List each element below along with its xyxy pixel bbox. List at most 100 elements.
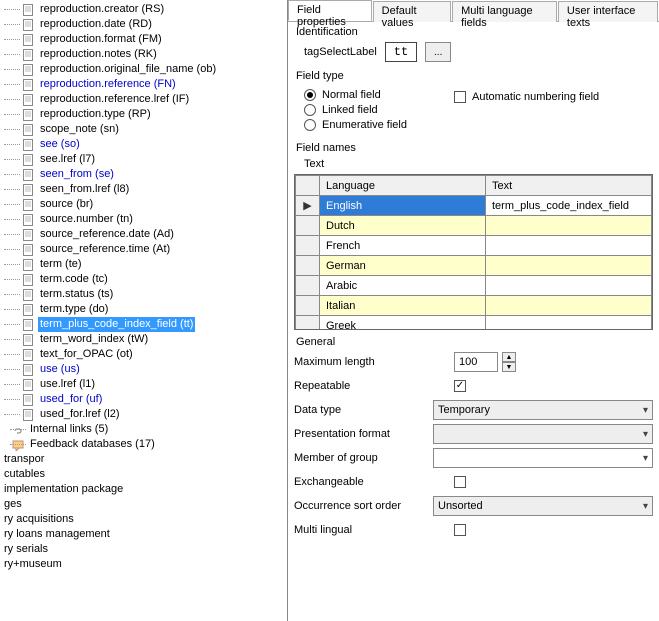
- text-cell[interactable]: [486, 216, 652, 236]
- lang-cell[interactable]: French: [320, 236, 486, 256]
- tree-item[interactable]: see.lref (l7): [0, 152, 287, 167]
- table-row[interactable]: Greek: [296, 316, 652, 331]
- table-row[interactable]: Dutch: [296, 216, 652, 236]
- tree-item[interactable]: scope_note (sn): [0, 122, 287, 137]
- tree-item-label: term (te): [38, 257, 84, 272]
- fieldtype-radio[interactable]: Enumerative field: [304, 119, 454, 131]
- multilingual-check[interactable]: [454, 524, 466, 536]
- tree-item[interactable]: used_for (uf): [0, 392, 287, 407]
- tree-item-label: term_plus_code_index_field (tt): [38, 317, 195, 332]
- tree-item[interactable]: term_word_index (tW): [0, 332, 287, 347]
- table-row[interactable]: German: [296, 256, 652, 276]
- tree-item[interactable]: see (so): [0, 137, 287, 152]
- fieldnames-group-label: Field names: [294, 142, 653, 154]
- tree-item-label: cutables: [2, 467, 47, 482]
- tree-root-item[interactable]: implementation package: [0, 482, 287, 497]
- tree-item[interactable]: source.number (tn): [0, 212, 287, 227]
- tree-item-label: reproduction.date (RD): [38, 17, 154, 32]
- tree-item-label: see (so): [38, 137, 82, 152]
- fieldnames-table[interactable]: LanguageText▶Englishterm_plus_code_index…: [294, 174, 653, 330]
- lang-cell[interactable]: Greek: [320, 316, 486, 331]
- tree-item[interactable]: reproduction.creator (RS): [0, 2, 287, 17]
- tag-browse-button[interactable]: ...: [425, 42, 451, 62]
- tree-item[interactable]: used_for.lref (l2): [0, 407, 287, 422]
- fieldnames-sub-label: Text: [304, 158, 649, 170]
- tree-item[interactable]: source (br): [0, 197, 287, 212]
- tree-item[interactable]: term_plus_code_index_field (tt): [0, 317, 287, 332]
- spinner-down-icon[interactable]: ▼: [502, 362, 516, 372]
- auto-numbering-check[interactable]: Automatic numbering field: [454, 91, 599, 103]
- table-row[interactable]: ▶Englishterm_plus_code_index_field: [296, 196, 652, 216]
- tree-item-label: used_for.lref (l2): [38, 407, 121, 422]
- text-cell[interactable]: [486, 276, 652, 296]
- maxlen-label: Maximum length: [294, 356, 454, 368]
- row-marker: ▶: [296, 196, 320, 216]
- lang-cell[interactable]: Arabic: [320, 276, 486, 296]
- fieldtype-radio[interactable]: Linked field: [304, 104, 454, 116]
- tree-root-item[interactable]: cutables: [0, 467, 287, 482]
- text-cell[interactable]: [486, 236, 652, 256]
- auto-numbering-label: Automatic numbering field: [472, 91, 599, 103]
- document-icon: [22, 4, 34, 16]
- table-row[interactable]: French: [296, 236, 652, 256]
- maxlen-spinner[interactable]: ▲ ▼: [502, 352, 516, 372]
- lang-cell[interactable]: English: [320, 196, 486, 216]
- tree-item[interactable]: reproduction.reference.lref (IF): [0, 92, 287, 107]
- tree-root-item[interactable]: ry serials: [0, 542, 287, 557]
- sort-select[interactable]: Unsorted ▾: [433, 496, 653, 516]
- tab[interactable]: Field properties: [288, 0, 372, 21]
- tree-root-item[interactable]: transpor: [0, 452, 287, 467]
- pformat-select[interactable]: ▾: [433, 424, 653, 444]
- tree-item-label: reproduction.reference (FN): [38, 77, 178, 92]
- lang-cell[interactable]: Italian: [320, 296, 486, 316]
- tree-item[interactable]: text_for_OPAC (ot): [0, 347, 287, 362]
- tree-item[interactable]: source_reference.date (Ad): [0, 227, 287, 242]
- document-icon: [22, 184, 34, 196]
- tab[interactable]: User interface texts: [558, 1, 658, 22]
- tree-item[interactable]: source_reference.time (At): [0, 242, 287, 257]
- text-cell[interactable]: term_plus_code_index_field: [486, 196, 652, 216]
- tree-item[interactable]: term.status (ts): [0, 287, 287, 302]
- tree-root-item[interactable]: ry+museum: [0, 557, 287, 572]
- fieldtype-radio[interactable]: Normal field: [304, 89, 454, 101]
- tree-item[interactable]: reproduction.type (RP): [0, 107, 287, 122]
- repeatable-check[interactable]: ✓: [454, 380, 466, 392]
- tree-root-item[interactable]: ry loans management: [0, 527, 287, 542]
- table-row[interactable]: Arabic: [296, 276, 652, 296]
- table-row[interactable]: Italian: [296, 296, 652, 316]
- tree-item[interactable]: Feedback databases (17): [0, 437, 287, 452]
- document-icon: [22, 229, 34, 241]
- tree-item[interactable]: term.code (tc): [0, 272, 287, 287]
- lang-cell[interactable]: German: [320, 256, 486, 276]
- tab[interactable]: Multi language fields: [452, 1, 557, 22]
- tree-item[interactable]: reproduction.original_file_name (ob): [0, 62, 287, 77]
- tree-item[interactable]: use (us): [0, 362, 287, 377]
- tree-root-item[interactable]: ry acquisitions: [0, 512, 287, 527]
- tree-item-label: reproduction.notes (RK): [38, 47, 159, 62]
- tree-root-item[interactable]: ges: [0, 497, 287, 512]
- tab-bar: Field propertiesDefault valuesMulti lang…: [288, 0, 659, 22]
- tree-item[interactable]: reproduction.reference (FN): [0, 77, 287, 92]
- text-cell[interactable]: [486, 296, 652, 316]
- datatype-select[interactable]: Temporary ▾: [433, 400, 653, 420]
- tree-item[interactable]: term.type (do): [0, 302, 287, 317]
- text-cell[interactable]: [486, 316, 652, 331]
- document-icon: [22, 214, 34, 226]
- tree-item[interactable]: reproduction.date (RD): [0, 17, 287, 32]
- text-cell[interactable]: [486, 256, 652, 276]
- member-select[interactable]: ▾: [433, 448, 653, 468]
- radio-icon: [304, 89, 316, 101]
- spinner-up-icon[interactable]: ▲: [502, 352, 516, 362]
- tree-item[interactable]: Internal links (5): [0, 422, 287, 437]
- tab[interactable]: Default values: [373, 1, 451, 22]
- tree-item[interactable]: seen_from.lref (l8): [0, 182, 287, 197]
- exchangeable-check[interactable]: [454, 476, 466, 488]
- tree-item[interactable]: term (te): [0, 257, 287, 272]
- tree-item[interactable]: reproduction.format (FM): [0, 32, 287, 47]
- tree-item[interactable]: use.lref (l1): [0, 377, 287, 392]
- lang-cell[interactable]: Dutch: [320, 216, 486, 236]
- tree-item-label: term.type (do): [38, 302, 110, 317]
- maxlen-input[interactable]: [454, 352, 498, 372]
- tree-item[interactable]: seen_from (se): [0, 167, 287, 182]
- tree-item[interactable]: reproduction.notes (RK): [0, 47, 287, 62]
